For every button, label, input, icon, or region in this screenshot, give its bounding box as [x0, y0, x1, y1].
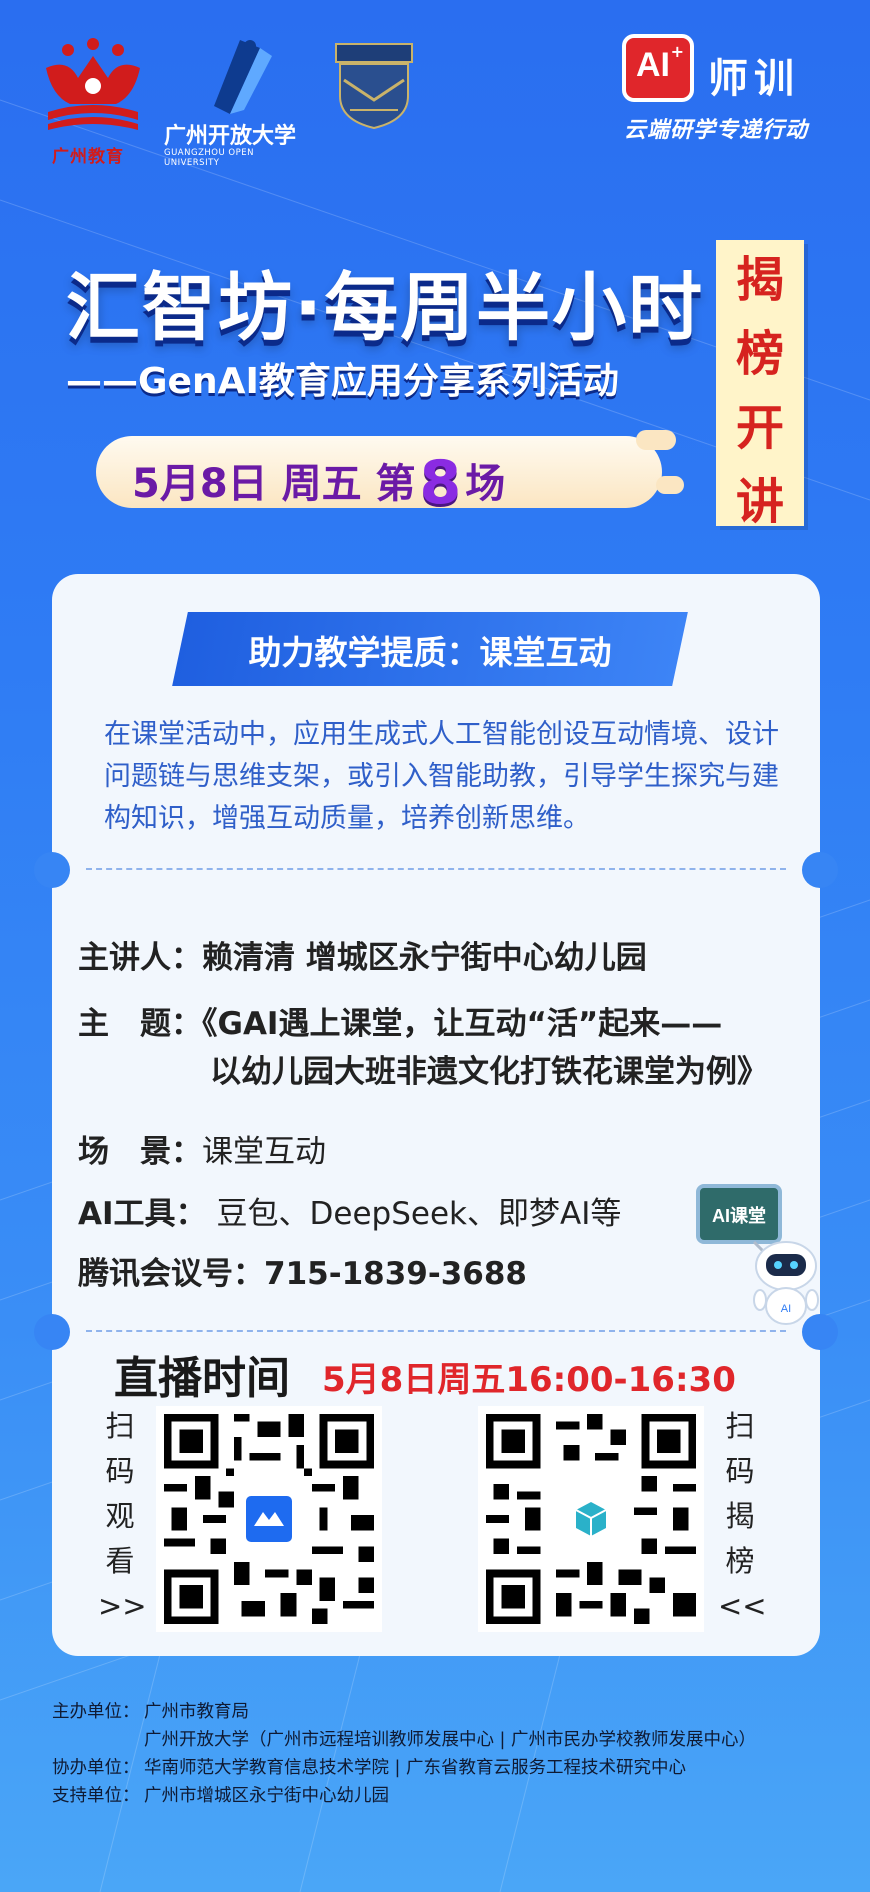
gou-emblem-icon: [214, 40, 272, 114]
scene-row: 场 景：课堂互动: [78, 1126, 326, 1171]
supporter-value: 广州市增城区永宁街中心幼儿园: [144, 1786, 389, 1806]
sub-title: ——GenAI教育应用分享系列活动: [66, 361, 619, 402]
topic-value-line1: 《GAI遇上课堂，让互动“活”起来——: [202, 1006, 723, 1042]
date-suffix: 场: [465, 461, 506, 507]
supporter-key: 支持单位：: [52, 1786, 140, 1806]
topic-key: 主 题：: [78, 1006, 202, 1042]
decorative-pill: [656, 476, 684, 494]
host-value-1: 广州市教育局: [144, 1702, 249, 1722]
robot-icon: AI课堂 AI: [696, 1184, 819, 1325]
date-session-pill: 5月8日 周五 第8 场: [96, 436, 662, 518]
ai-badge-plus: +: [670, 42, 684, 61]
organizers-footer: 主办单位： 广州市教育局 广州开放大学（广州市远程培训教师发展中心 | 广州市民办…: [52, 1698, 756, 1810]
main-title: 汇智坊·每周半小时: [66, 265, 705, 351]
intro-text: 在课堂活动中，应用生成式人工智能创设互动情境、设计问题链与思维支架，或引入智能助…: [104, 719, 779, 834]
host-key: 主办单位：: [52, 1702, 140, 1722]
guangzhou-open-university-logo: 广州开放大学 GUANGZHOU OPEN UNIVERSITY: [160, 40, 310, 168]
ai-robot-illustration: AI课堂 AI: [694, 1180, 834, 1330]
svg-text:AI: AI: [781, 1303, 791, 1315]
supporter-row: 支持单位： 广州市增城区永宁街中心幼儿园: [52, 1782, 756, 1810]
info-card: 助力教学提质：课堂互动 在课堂活动中，应用生成式人工智能创设互动情境、设计问题链…: [34, 574, 838, 1656]
host-row: 主办单位： 广州市教育局: [52, 1698, 756, 1726]
topic-value-line2: 以幼儿园大班非遗文化打铁花课堂为例》: [210, 1054, 768, 1090]
badge-char: 开: [735, 400, 784, 456]
watch-qr-code[interactable]: [156, 1406, 382, 1632]
badge-char: 讲: [735, 474, 784, 530]
speaker-row: 主讲人：赖清清 增城区永宁街中心幼儿园: [78, 932, 647, 977]
host-row-2: 广州开放大学（广州市远程培训教师发展中心 | 广州市民办学校教师发展中心）: [52, 1726, 756, 1754]
logo-edu-caption: 广州教育: [52, 147, 124, 167]
card-notch: [34, 1314, 70, 1350]
shield-icon: [335, 43, 413, 130]
live-time-value: 5月8日周五16:00-16:30: [322, 1360, 736, 1400]
badge-char: 揭: [735, 252, 784, 308]
ai-badge-text: AI: [636, 46, 670, 84]
meeting-id[interactable]: 715-1839-3688: [264, 1256, 527, 1292]
logo-gou-cn: 广州开放大学: [164, 123, 297, 149]
brand-name: 师训: [708, 55, 800, 102]
co-organizer-key: 协办单位：: [52, 1758, 140, 1778]
speaker-key: 主讲人：: [78, 940, 202, 976]
dashed-divider: [86, 1330, 786, 1332]
guangzhou-education-logo: 广州教育: [38, 38, 148, 167]
tools-row: AI工具： 豆包、DeepSeek、即梦AI等: [78, 1188, 621, 1233]
rank-qr-code[interactable]: [478, 1406, 704, 1632]
reveal-lecture-badge: 揭 榜 开 讲: [716, 240, 804, 530]
host-value-2: 广州开放大学（广州市远程培训教师发展中心 | 广州市民办学校教师发展中心）: [144, 1730, 757, 1750]
cube-app-icon: [564, 1492, 618, 1546]
topic-banner-text: 助力教学提质：课堂互动: [248, 633, 612, 672]
tools-value: 豆包、DeepSeek、即梦AI等: [216, 1196, 622, 1232]
logo-gou-en: GUANGZHOU OPEN UNIVERSITY: [164, 148, 254, 168]
live-time-label: 直播时间: [114, 1353, 290, 1404]
scan-to-watch-label: 扫 码 观 看 >>: [98, 1409, 147, 1623]
dashed-divider: [86, 868, 786, 870]
tencent-meeting-icon: [241, 1491, 297, 1547]
topic-banner: 助力教学提质：课堂互动: [172, 612, 688, 686]
tools-key: AI工具：: [78, 1196, 207, 1232]
scene-key: 场 景：: [78, 1134, 202, 1170]
decorative-pill: [636, 430, 676, 450]
scene-value: 课堂互动: [202, 1134, 326, 1170]
co-organizer-value: 华南师范大学教育信息技术学院 | 广东省教育云服务工程技术研究中心: [144, 1758, 687, 1778]
card-notch: [34, 852, 70, 888]
crown-book-icon: [46, 38, 140, 130]
meeting-row: 腾讯会议号：715-1839-3688: [78, 1248, 527, 1293]
scan-to-rank-label: 扫 码 揭 榜 <<: [718, 1409, 767, 1623]
topic-row: 主 题：《GAI遇上课堂，让互动“活”起来——: [78, 998, 722, 1043]
brand-slogan: 云端研学专递行动: [624, 118, 809, 143]
meeting-key: 腾讯会议号：: [78, 1256, 264, 1292]
date-prefix: 5月8日 周五 第: [132, 461, 416, 507]
badge-char: 榜: [735, 326, 784, 382]
speaker-value: 赖清清 增城区永宁街中心幼儿园: [202, 940, 647, 976]
robot-board-text: AI课堂: [712, 1205, 766, 1226]
university-shield-logo: [330, 40, 418, 130]
poster: 广州教育 广州开放大学 GUANGZHOU OPEN UNIVERSITY AI…: [0, 0, 870, 1892]
session-number: 8: [419, 448, 462, 518]
card-notch: [802, 852, 838, 888]
ai-badge: AI +: [622, 34, 694, 102]
co-organizer-row: 协办单位： 华南师范大学教育信息技术学院 | 广东省教育云服务工程技术研究中心: [52, 1754, 756, 1782]
